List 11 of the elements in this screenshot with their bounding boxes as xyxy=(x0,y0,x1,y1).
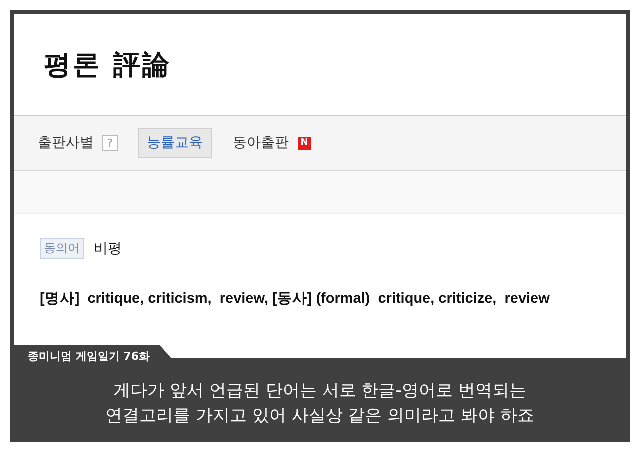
publisher-label: 출판사별 xyxy=(38,134,94,152)
help-icon[interactable]: ? xyxy=(102,135,118,151)
synonym-word: 비평 xyxy=(94,240,122,258)
synonym-tag: 동의어 xyxy=(40,238,84,259)
caption-line: 게다가 앞서 언급된 단어는 서로 한글-영어로 번역되는 xyxy=(114,380,526,404)
caption-line: 연결고리를 가지고 있어 사실상 같은 의미라고 봐야 하죠 xyxy=(106,405,534,428)
meaning-text: [명사] critique, criticism, review, [동사] (formal) critique, criticize, review xyxy=(40,290,551,308)
publisher-tab[interactable]: 동아출판 xyxy=(224,128,298,158)
publisher-tab[interactable]: 능률교육 xyxy=(138,128,212,158)
entry-title: 평론 評論 xyxy=(44,48,172,82)
new-badge: N xyxy=(298,136,311,150)
